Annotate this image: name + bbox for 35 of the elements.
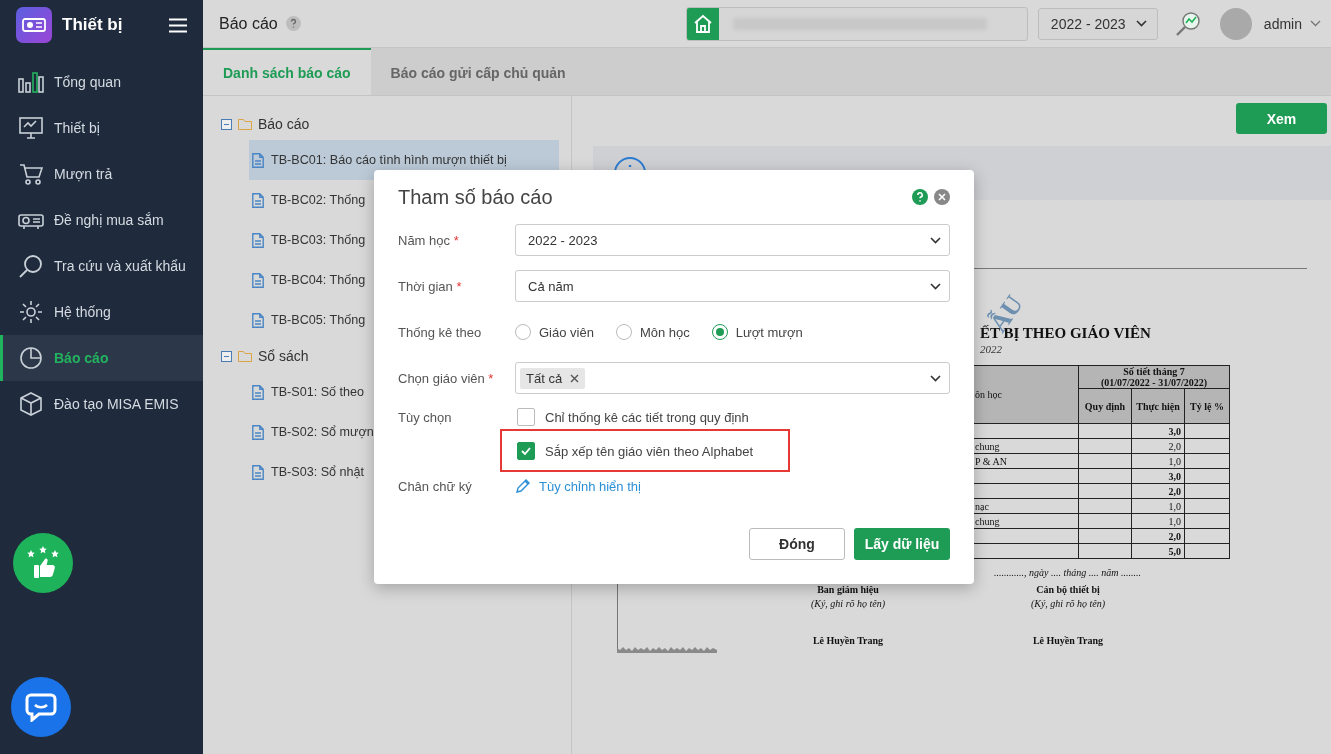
- required-mark: *: [488, 370, 494, 386]
- table-header: Tỷ lệ %: [1184, 388, 1230, 424]
- report-subtitle: 2022: [980, 343, 1002, 355]
- field-label: Thống kê theo: [398, 324, 483, 340]
- required-mark: *: [456, 278, 462, 294]
- required-mark: *: [453, 232, 459, 248]
- signer-hint: (Ký, ghi rõ họ tên): [1030, 598, 1106, 609]
- table-cell: 5,0: [1131, 543, 1185, 559]
- table-cell: 2,0: [1131, 438, 1185, 454]
- table-cell: 1,0: [1131, 498, 1185, 514]
- field-label: Tùy chọn: [398, 409, 453, 425]
- table-cell: 3,0: [1131, 468, 1185, 484]
- table-header: Số tiết tháng 7: [1123, 366, 1185, 377]
- table-cell: 1,0: [1131, 453, 1185, 469]
- app-title: Thiết bị: [62, 15, 124, 35]
- field-label: Chọn giáo viên *: [398, 370, 495, 386]
- field-label: Năm học *: [398, 232, 460, 248]
- table-header: (01/07/2022 - 31/07/2022): [1100, 377, 1208, 388]
- page-title: Báo cáo: [219, 14, 278, 33]
- dialog-title: Tham số báo cáo: [398, 185, 554, 209]
- tag: Tất cả: [520, 367, 586, 389]
- signer-role: Cán bộ thiết bị: [1036, 584, 1100, 595]
- signer-role: Ban giám hiệu: [817, 584, 879, 595]
- signer-hint: (Ký, ghi rõ họ tên): [810, 598, 886, 609]
- signer-name: Lê Huyền Trang: [1032, 635, 1104, 646]
- field-label: Thời gian *: [398, 278, 463, 294]
- table-header: Thực hiện: [1131, 388, 1185, 424]
- table-cell: 2,0: [1131, 528, 1185, 544]
- table-cell: 2,0: [1131, 483, 1185, 499]
- signer-name: Lê Huyền Trang: [812, 635, 884, 646]
- table-header: Quy định: [1078, 388, 1132, 424]
- date-line: ............, ngày .... tháng .... năm ........: [994, 567, 1141, 578]
- field-label: Chân chữ ký: [398, 478, 473, 494]
- table-cell: 1,0: [1131, 513, 1185, 529]
- table-cell: 3,0: [1131, 423, 1185, 439]
